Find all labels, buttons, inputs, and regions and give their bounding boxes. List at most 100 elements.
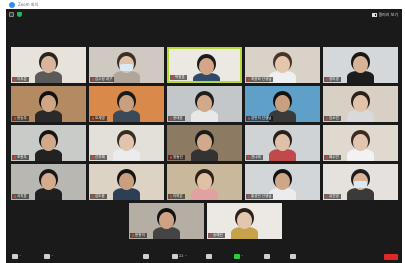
participant-video-tile[interactable]: 윤태호 <box>167 86 242 122</box>
participant-face <box>237 212 252 229</box>
gallery-view-button[interactable]: 갤러리 보기 <box>372 12 398 18</box>
microphone-icon <box>12 254 18 259</box>
participant-video-tile[interactable]: 문현석 <box>129 203 204 239</box>
participant-name: 서지훈 <box>17 194 27 198</box>
participant-name: 김수정 대구 <box>95 77 113 81</box>
participant-video-tile[interactable]: 이하은 <box>167 164 242 200</box>
participant-video-tile[interactable]: 김도윤 <box>89 164 164 200</box>
participant-face <box>119 134 134 151</box>
participants-button[interactable]: 22 ^ <box>172 254 187 259</box>
participant-name-tag: 장동건 <box>168 155 185 160</box>
muted-microphone-icon <box>326 117 328 120</box>
grid-icon <box>372 13 378 17</box>
participant-name-tag: 최윤희 선생님 <box>246 77 274 82</box>
participant-video-tile[interactable]: 유진영 <box>323 164 398 200</box>
participant-name-tag: 임소연 <box>324 116 341 121</box>
muted-microphone-icon <box>170 195 172 198</box>
video-button[interactable]: ^ <box>44 254 54 259</box>
shield-icon <box>143 254 149 259</box>
participant-face <box>197 134 212 151</box>
participant-name-tag: 권나래 <box>246 155 263 160</box>
participant-name-tag: 송예린 <box>208 233 225 238</box>
muted-microphone-icon <box>92 156 94 159</box>
participant-name: 강민석 선생님 <box>251 116 272 120</box>
participant-video-tile[interactable]: 서지훈 <box>11 164 86 200</box>
muted-microphone-icon <box>92 195 94 198</box>
participant-name-tag: 윤태호 <box>168 116 185 121</box>
muted-microphone-icon <box>248 156 250 159</box>
participant-face <box>275 134 290 151</box>
participant-face <box>275 56 290 73</box>
face-mask <box>354 181 367 188</box>
reactions-button[interactable] <box>290 254 296 259</box>
participant-name-tag: 조현우 <box>12 155 29 160</box>
participant-name: 권나래 <box>251 155 261 159</box>
chevron-up-icon[interactable]: ^ <box>19 254 22 259</box>
participant-video-tile[interactable]: 김수정 대구 <box>89 47 164 83</box>
participant-video-tile[interactable]: 이지은 <box>11 47 86 83</box>
end-meeting-button[interactable] <box>384 254 398 260</box>
participant-name: 유진영 <box>329 194 339 198</box>
participant-face <box>275 173 290 190</box>
participant-name-tag: 이하은 <box>168 194 185 199</box>
participant-name: 이하은 <box>173 194 183 198</box>
participant-video-tile[interactable]: 정미경 <box>323 47 398 83</box>
participant-face <box>353 95 368 112</box>
participant-video-tile[interactable]: 최윤희 선생님 <box>245 47 320 83</box>
share-screen-button[interactable]: ^ <box>234 254 244 259</box>
participant-name-tag: 김수정 대구 <box>90 77 115 82</box>
participant-name: 한승우 <box>17 116 27 120</box>
participant-video-tile[interactable]: 강민석 선생님 <box>245 86 320 122</box>
encryption-shield-icon[interactable] <box>17 12 22 17</box>
record-icon <box>264 254 270 259</box>
muted-microphone-icon <box>14 78 16 81</box>
mute-button[interactable]: ^ <box>12 254 22 259</box>
participant-face <box>41 173 56 190</box>
participant-video-tile[interactable]: 장동건 <box>167 125 242 161</box>
participant-video-tile[interactable]: 조현우 <box>11 125 86 161</box>
meeting-info-icon[interactable] <box>9 12 14 17</box>
participant-face <box>199 58 214 75</box>
participant-video-tile[interactable]: 배수민 <box>323 125 398 161</box>
participant-video-tile[interactable]: 신지혜 <box>89 125 164 161</box>
chevron-up-icon[interactable]: ^ <box>51 254 54 259</box>
participant-name: 정미경 <box>329 77 339 81</box>
muted-microphone-icon <box>248 78 250 81</box>
share-screen-icon <box>234 254 240 259</box>
participant-video-tile[interactable]: 권나래 <box>245 125 320 161</box>
muted-microphone-icon <box>14 156 16 159</box>
participant-face <box>197 95 212 112</box>
muted-microphone-icon <box>326 156 328 159</box>
participant-video-tile[interactable]: 오세영 <box>89 86 164 122</box>
face-mask <box>120 64 133 71</box>
muted-microphone-icon <box>132 234 134 237</box>
chevron-up-icon[interactable]: ^ <box>241 254 244 259</box>
participant-name-tag: 정미경 <box>324 77 341 82</box>
participant-face <box>197 173 212 190</box>
participant-name: 최윤희 선생님 <box>251 77 272 81</box>
participant-video-tile[interactable]: 송예린 <box>207 203 282 239</box>
participant-video-tile[interactable]: 홍성민 선생님 <box>245 164 320 200</box>
participant-name-tag: 김도윤 <box>90 194 107 199</box>
participant-face <box>353 56 368 73</box>
security-button[interactable] <box>143 254 149 259</box>
participant-name-tag: 한승우 <box>12 116 29 121</box>
chat-icon <box>206 254 212 259</box>
record-button[interactable] <box>264 254 270 259</box>
participant-name-tag: 이지은 <box>12 77 29 82</box>
participant-video-tile[interactable]: 박정훈 <box>167 47 242 83</box>
participant-name-tag: 박정훈 <box>170 75 187 80</box>
participant-face <box>275 95 290 112</box>
participant-video-tile[interactable]: 임소연 <box>323 86 398 122</box>
chat-button[interactable] <box>206 254 212 259</box>
participant-name: 신지혜 <box>95 155 105 159</box>
muted-microphone-icon <box>248 117 250 120</box>
chevron-up-icon[interactable]: ^ <box>184 254 187 259</box>
participant-name: 배수민 <box>329 155 339 159</box>
participant-face <box>41 134 56 151</box>
participant-face <box>41 95 56 112</box>
muted-microphone-icon <box>170 117 172 120</box>
video-camera-icon <box>44 254 50 259</box>
participant-video-tile[interactable]: 한승우 <box>11 86 86 122</box>
participant-face <box>353 134 368 151</box>
